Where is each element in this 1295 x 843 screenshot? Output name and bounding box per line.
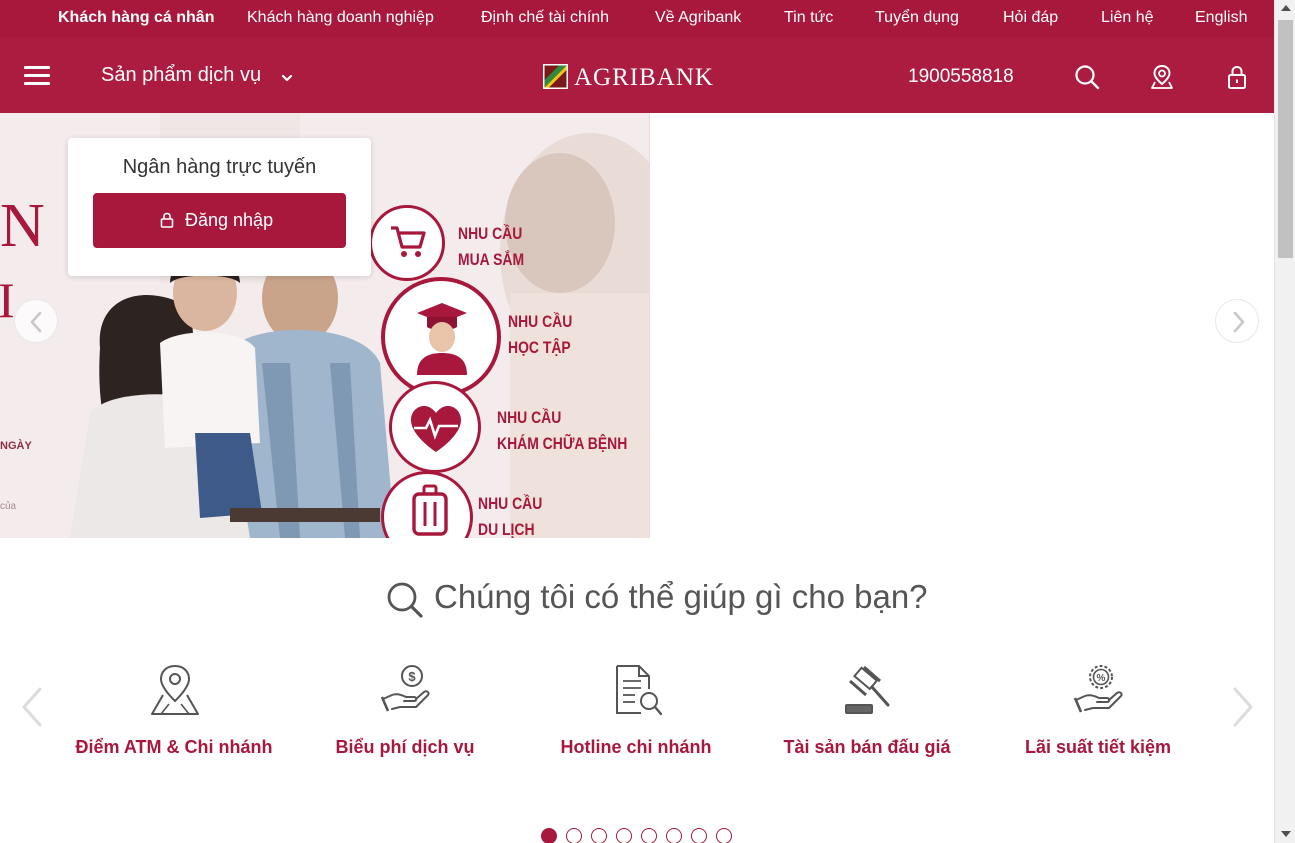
document-search-icon — [616, 665, 663, 716]
service-atm-branch[interactable]: Điểm ATM & Chi nhánh — [59, 655, 289, 765]
pagination-dot-3[interactable] — [591, 828, 607, 843]
search-icon[interactable] — [1073, 63, 1101, 91]
help-title-text: Chúng tôi có thể giúp gì cho bạn? — [434, 578, 928, 615]
pagination-dot-5[interactable] — [641, 828, 657, 843]
education-circle — [381, 277, 501, 397]
pagination-dot-1[interactable] — [541, 828, 557, 843]
fee-hand-icon: $ — [380, 665, 430, 712]
chevron-right-icon — [1233, 311, 1245, 333]
service-fees[interactable]: $ Biểu phí dịch vụ — [290, 655, 520, 765]
location-icon[interactable] — [1148, 63, 1176, 91]
online-banking-card: Ngân hàng trực tuyến Đăng nhập — [68, 138, 371, 276]
banner-text-shopping: NHU CẦU MUA SẮM — [458, 224, 525, 269]
hero-prev-button[interactable] — [14, 299, 58, 343]
products-menu-label: Sản phẩm dịch vụ — [101, 64, 262, 86]
services-carousel: Điểm ATM & Chi nhánh $ Biểu phí dịch vụ — [0, 655, 1274, 775]
interest-hand-icon: % — [1073, 665, 1123, 713]
page-scrollbar[interactable] — [1274, 0, 1295, 843]
service-label: Tài sản bán đấu giá — [783, 737, 951, 757]
main-header: Sản phẩm dịch vụ AGRIBANK 1900558818 — [0, 38, 1274, 113]
page: Khách hàng cá nhân Khách hàng doanh nghi… — [0, 0, 1274, 843]
products-menu[interactable]: Sản phẩm dịch vụ — [101, 64, 293, 87]
banner-text-health: NHU CẦU KHÁM CHỮA BỆNH — [497, 408, 628, 453]
service-label: Biểu phí dịch vụ — [335, 737, 475, 757]
scroll-up-arrow-icon[interactable] — [1281, 5, 1291, 11]
top-nav-news[interactable]: Tin tức — [784, 9, 833, 27]
pagination-dot-7[interactable] — [691, 828, 707, 843]
pagination-dot-2[interactable] — [566, 828, 582, 843]
chevron-left-icon — [30, 311, 42, 333]
pagination-dot-6[interactable] — [666, 828, 682, 843]
top-nav-personal[interactable]: Khách hàng cá nhân — [58, 9, 214, 27]
service-branch-hotline[interactable]: Hotline chi nhánh — [521, 655, 751, 765]
svg-text:%: % — [1097, 673, 1106, 684]
auction-gavel-icon — [845, 665, 890, 714]
top-nav: Khách hàng cá nhân Khách hàng doanh nghi… — [0, 0, 1274, 38]
banner-fragment-of: của — [0, 501, 17, 512]
top-nav-english[interactable]: English — [1195, 9, 1247, 27]
top-nav-careers[interactable]: Tuyển dụng — [875, 9, 959, 27]
shopping-circle — [369, 205, 445, 281]
top-nav-faq[interactable]: Hỏi đáp — [1003, 9, 1058, 27]
health-circle — [389, 381, 481, 473]
service-label: Hotline chi nhánh — [560, 737, 712, 757]
scrollbar-thumb[interactable] — [1278, 20, 1293, 258]
search-icon — [387, 582, 423, 618]
services-next-icon[interactable] — [1229, 685, 1257, 729]
hero-next-button[interactable] — [1215, 299, 1259, 343]
top-nav-about[interactable]: Về Agribank — [655, 9, 741, 27]
graduate-icon — [417, 303, 467, 375]
service-savings-rates[interactable]: % Lãi suất tiết kiệm — [983, 655, 1213, 765]
chevron-down-icon — [281, 74, 293, 82]
luggage-icon — [412, 484, 448, 536]
svg-text:$: $ — [408, 669, 416, 684]
logo-text: AGRIBANK — [574, 64, 714, 91]
service-label: Lãi suất tiết kiệm — [1024, 737, 1172, 757]
banner-fragment-i: I — [0, 272, 15, 328]
login-button[interactable]: Đăng nhập — [93, 193, 346, 248]
scroll-down-arrow-icon[interactable] — [1281, 831, 1291, 837]
service-auction-assets[interactable]: Tài sản bán đấu giá — [752, 655, 982, 765]
pagination-dot-8[interactable] — [716, 828, 732, 843]
top-nav-business[interactable]: Khách hàng doanh nghiệp — [247, 9, 434, 27]
lock-icon[interactable] — [1223, 63, 1251, 91]
online-banking-title: Ngân hàng trực tuyến — [122, 156, 317, 178]
banner-fragment-day: NGÀY — [0, 440, 32, 452]
service-label: Điểm ATM & Chi nhánh — [75, 737, 273, 757]
heart-icon — [411, 406, 461, 452]
top-nav-financial-institutions[interactable]: Định chế tài chính — [481, 9, 609, 27]
hotline-number[interactable]: 1900558818 — [908, 66, 1014, 88]
banner-fragment-n: N — [0, 192, 45, 260]
shopping-cart-icon — [391, 226, 426, 257]
banner-text-travel: NHU CẦU DU LỊCH — [478, 494, 543, 538]
banner-text-education: NHU CẦU HỌC TẬP — [508, 312, 573, 357]
hero-banner: N I NGÀY của NHU CẦU MUA SẮM NHU CẦU HỌC… — [0, 113, 1274, 538]
lock-icon — [160, 212, 174, 228]
hamburger-icon[interactable] — [24, 66, 50, 86]
login-button-label: Đăng nhập — [185, 210, 274, 230]
map-pin-icon — [151, 664, 199, 715]
pagination-dot-4[interactable] — [616, 828, 632, 843]
agribank-logo-mark — [543, 64, 568, 89]
top-nav-contact[interactable]: Liên hệ — [1101, 9, 1154, 27]
